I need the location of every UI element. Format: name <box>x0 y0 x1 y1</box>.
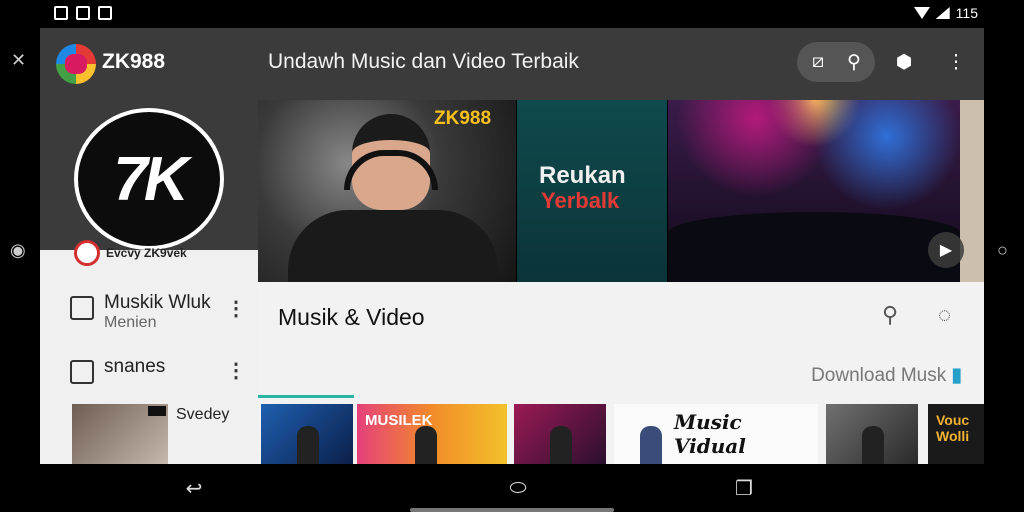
home-indicator <box>410 508 614 512</box>
active-tab-indicator <box>258 395 354 398</box>
channel-row[interactable]: Evcvy ZK9vek <box>74 240 187 266</box>
status-time: 115 <box>955 5 978 21</box>
video-tile[interactable] <box>514 404 606 464</box>
app-logo-icon <box>56 44 96 84</box>
download-label: Download Musk <box>811 365 947 386</box>
more-vertical-icon[interactable]: ⋮ <box>226 296 246 321</box>
hero-carousel[interactable]: ZK988 Reukan Yerbalk ▶ <box>258 100 984 282</box>
video-tile[interactable] <box>826 404 918 464</box>
system-nav-bar: ↩ ⬭ ❐ <box>0 464 1024 512</box>
more-vertical-icon[interactable]: ⋮ <box>226 358 246 383</box>
hero-slide-concert[interactable] <box>668 100 960 282</box>
notification-icon <box>54 6 68 20</box>
promo-line-1: Reukan <box>539 162 626 189</box>
back-icon[interactable]: ↩ <box>174 474 214 502</box>
video-tile[interactable]: Music Vidual <box>614 404 818 464</box>
brand-name: ZK988 <box>102 50 166 73</box>
tile-label: Music Vidual <box>674 410 746 458</box>
hero-badge: ZK988 <box>434 108 492 129</box>
hero-slide-artist[interactable]: ZK988 <box>258 100 516 282</box>
chat-icon[interactable]: ◌ <box>938 302 951 328</box>
section-title: Musik & Video <box>278 304 425 330</box>
battery-icon <box>935 7 950 19</box>
sidebar: 7K Evcvy ZK9vek Muskik Wluk Menien ⋮ sna… <box>40 100 258 464</box>
video-tile[interactable]: MUSILEK <box>357 404 507 464</box>
sidebar-item-label: Muskik Wluk <box>104 292 211 313</box>
app-bar: ZK988 Undawh Music dan Video Terbaik ⧄ ⚲… <box>40 28 984 100</box>
hero-slide-next[interactable] <box>960 100 984 282</box>
avatar <box>74 240 100 266</box>
account-icon[interactable]: ⬢ <box>886 44 922 80</box>
more-vertical-icon[interactable]: ⋮ <box>938 44 974 80</box>
video-tile[interactable] <box>261 404 353 464</box>
status-bar: 115 <box>0 0 1024 28</box>
promo-line-2: Yerbalk <box>541 188 620 213</box>
video-title: Svedey <box>176 406 230 423</box>
recents-icon[interactable]: ❐ <box>724 474 764 502</box>
channel-name: Evcvy ZK9vek <box>106 246 187 260</box>
thumbs-up-icon <box>70 296 94 320</box>
sidebar-item-shares[interactable]: snanes <box>70 356 165 384</box>
wifi-icon <box>913 7 930 19</box>
search-icon[interactable]: ⚲ <box>882 302 898 328</box>
channel-logo-text: 7K <box>113 144 188 214</box>
photo-icon <box>98 6 112 20</box>
tile-label: Vouc Wolli <box>936 412 970 444</box>
person-icon[interactable]: ◉ <box>10 240 26 261</box>
page-title: Undawh Music dan Video Terbaik <box>268 50 579 73</box>
download-music-link[interactable]: Download Musk ▮ <box>811 364 962 387</box>
hero-slide-promo[interactable]: Reukan Yerbalk <box>517 100 667 282</box>
sidebar-item-label: snanes <box>104 356 166 377</box>
share-icon <box>70 360 94 384</box>
left-rail: ✕ ◉ <box>0 28 40 464</box>
search-icon[interactable]: ⚲ <box>836 44 872 80</box>
right-rail: ○ <box>984 28 1024 464</box>
expand-icon[interactable]: ✕ <box>11 50 26 71</box>
video-thumbnail[interactable] <box>72 404 168 464</box>
circle-icon[interactable]: ○ <box>997 240 1008 261</box>
sidebar-item-sublabel: Menien <box>104 314 157 331</box>
cast-icon[interactable]: ⧄ <box>800 44 836 80</box>
play-icon[interactable]: ▶ <box>928 232 964 268</box>
home-icon[interactable]: ⬭ <box>498 474 538 502</box>
music-video-section: Musik & Video ⚲ ◌ Download Musk ▮ MUSILE… <box>258 282 984 464</box>
photo-icon <box>76 6 90 20</box>
channel-logo[interactable]: 7K <box>74 108 224 250</box>
video-tile[interactable]: Vouc Wolli <box>928 404 984 464</box>
download-icon: ▮ <box>951 365 962 386</box>
sidebar-item-music[interactable]: Muskik Wluk Menien <box>70 292 211 332</box>
